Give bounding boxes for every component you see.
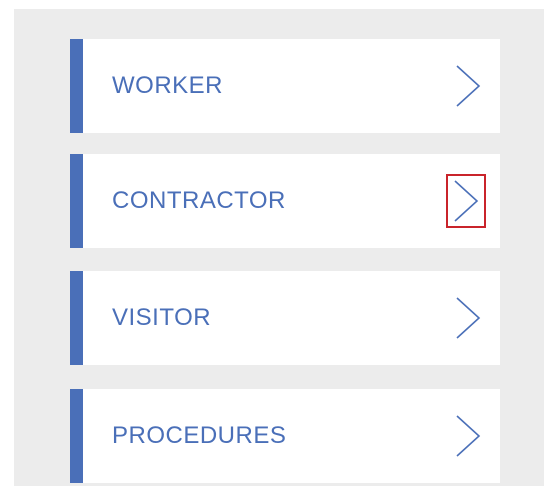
menu-item-contractor[interactable]: CONTRACTOR	[70, 154, 500, 248]
menu-item-label: WORKER	[112, 72, 223, 99]
chevron-right-icon[interactable]	[450, 293, 486, 343]
accent-bar	[70, 271, 83, 365]
chevron-right-icon[interactable]	[450, 61, 486, 111]
chevron-right-icon[interactable]	[446, 174, 486, 228]
accent-bar	[70, 389, 83, 483]
accent-bar	[70, 154, 83, 248]
accent-bar	[70, 39, 83, 133]
menu-item-label: PROCEDURES	[112, 422, 287, 449]
menu-item-procedures[interactable]: PROCEDURES	[70, 389, 500, 483]
menu-item-label: CONTRACTOR	[112, 187, 286, 214]
chevron-right-icon[interactable]	[450, 411, 486, 461]
menu-item-visitor[interactable]: VISITOR	[70, 271, 500, 365]
menu-panel: WORKER CONTRACTOR VISITOR PROCEDURES	[14, 9, 544, 486]
menu-item-label: VISITOR	[112, 304, 212, 331]
menu-item-worker[interactable]: WORKER	[70, 39, 500, 133]
